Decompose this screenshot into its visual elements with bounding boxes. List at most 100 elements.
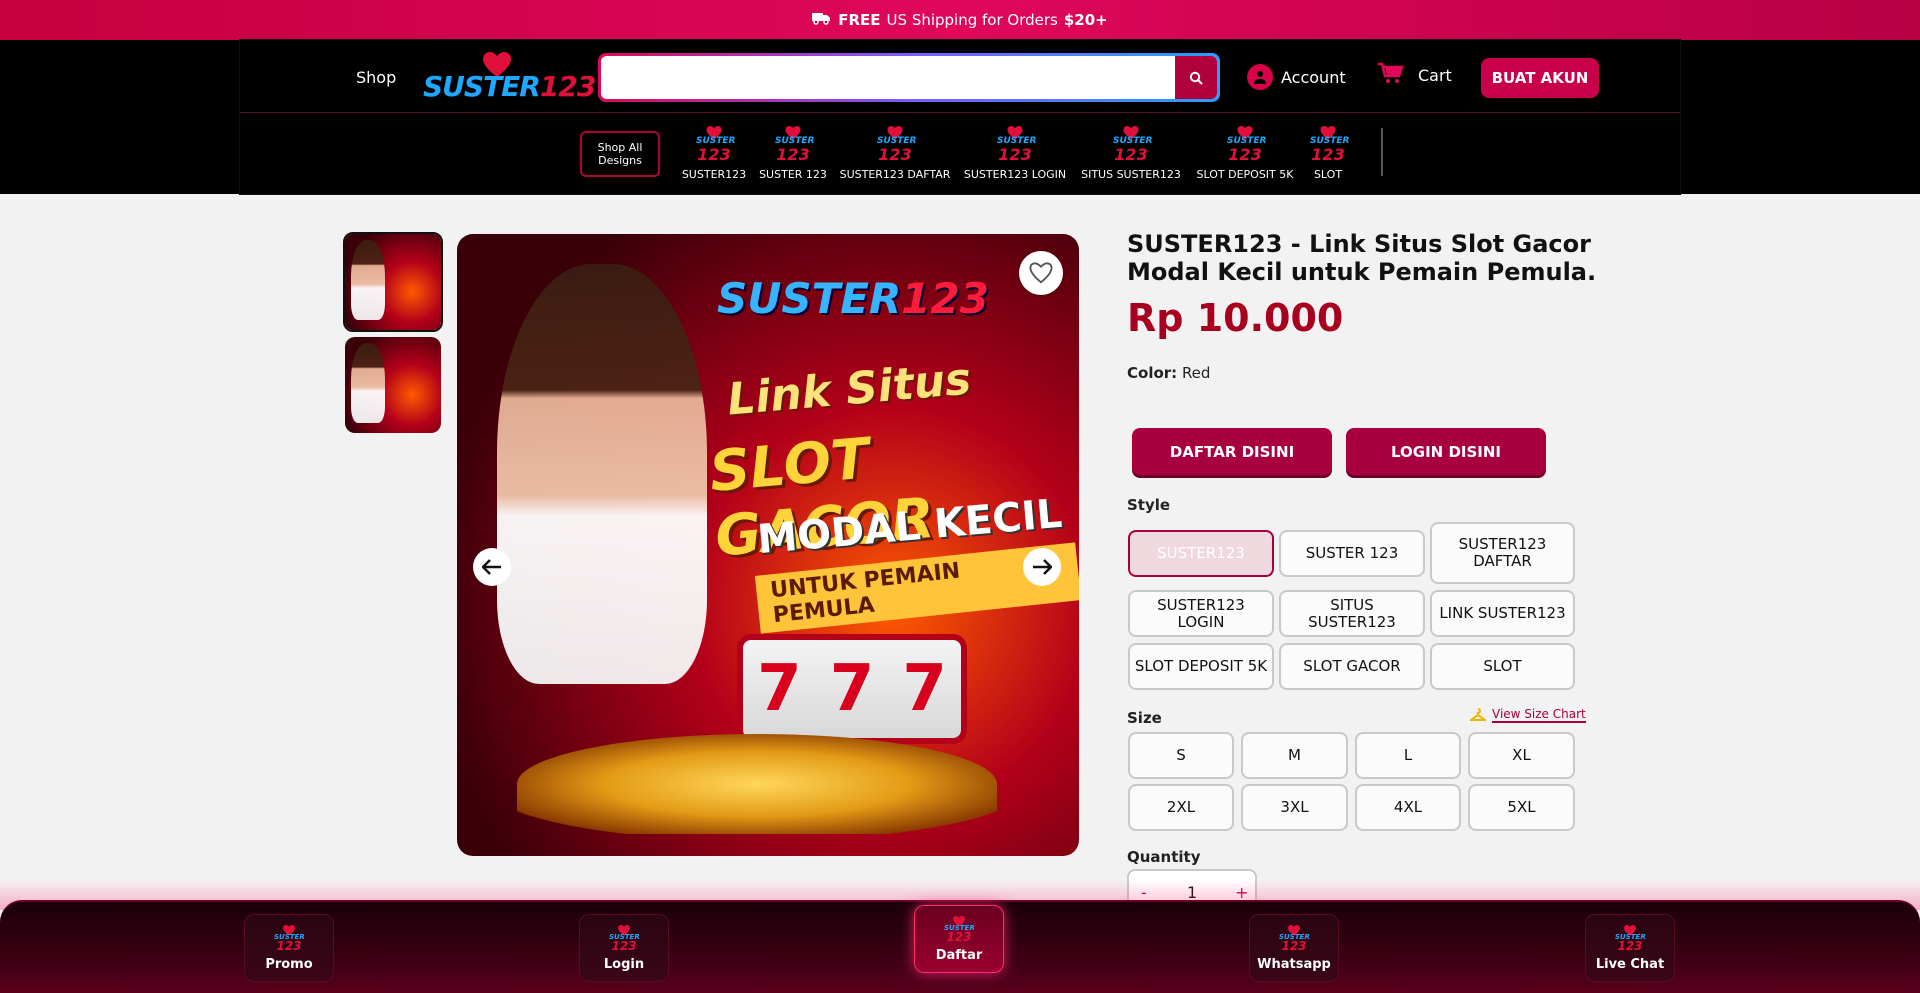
style-label: Style [1127, 496, 1171, 514]
daftar-icon: SUSTER 123 [944, 916, 975, 946]
reel-digit: 7 [829, 652, 875, 726]
size-chart-link[interactable]: View Size Chart [1470, 707, 1586, 723]
account-link[interactable]: Account [1247, 64, 1346, 90]
bottom-nav-daftar[interactable]: SUSTER 123 Daftar [914, 905, 1004, 973]
category-logo-icon: SUSTER 123 [694, 124, 736, 164]
bottom-nav-label: Promo [265, 957, 313, 972]
category-suster-123[interactable]: SUSTER 123 SUSTER 123 [759, 124, 827, 181]
style-option[interactable]: SUSTER123 [1128, 530, 1274, 577]
size-option[interactable]: L [1355, 732, 1461, 779]
bottom-nav-label: Live Chat [1595, 957, 1665, 972]
category-label: SUSTER 123 [759, 168, 827, 181]
login-icon: SUSTER 123 [609, 925, 640, 955]
bottom-nav-label: Whatsapp [1257, 957, 1331, 972]
cart-icon [1378, 62, 1404, 88]
search-button[interactable] [1175, 56, 1217, 99]
size-chart-label: View Size Chart [1492, 707, 1586, 723]
quantity-label: Quantity [1127, 848, 1201, 866]
model-figure [497, 264, 707, 684]
wishlist-button[interactable] [1019, 251, 1063, 295]
hanger-icon [1470, 708, 1486, 721]
style-option[interactable]: SUSTER123 DAFTAR [1430, 522, 1575, 584]
style-option[interactable]: SLOT DEPOSIT 5K [1128, 643, 1274, 690]
reel-digit: 7 [902, 652, 947, 726]
category-label: SITUS SUSTER123 [1081, 168, 1181, 181]
size-option[interactable]: S [1128, 732, 1234, 779]
category-label: SLOT DEPOSIT 5K [1196, 168, 1294, 181]
category-label: SUSTER123 LOGIN [963, 168, 1067, 181]
product-title: SUSTER123 - Link Situs Slot Gacor Modal … [1127, 230, 1597, 286]
gallery-thumbnail[interactable] [343, 232, 443, 332]
category-situs-suster123[interactable]: SUSTER 123 SITUS SUSTER123 [1079, 124, 1183, 181]
gallery-thumbnail[interactable] [345, 337, 441, 433]
category-logo-icon: SUSTER 123 [1225, 124, 1267, 164]
user-icon [1247, 64, 1273, 90]
divider [1381, 128, 1383, 176]
product-main-image: SUSTER123 Link Situs SLOT GACOR MODAL KE… [457, 234, 1079, 856]
bottom-nav-label: Daftar [935, 948, 983, 963]
category-suster123-daftar[interactable]: SUSTER 123 SUSTER123 DAFTAR [839, 124, 951, 181]
bottom-nav: SUSTER 123 Promo SUSTER 123 Login SUSTER 12… [0, 900, 1920, 993]
category-nav: Shop All Designs SUSTER 123 SUSTER123 SUS… [240, 114, 1680, 194]
size-option[interactable]: 2XL [1128, 784, 1234, 831]
login-button[interactable]: LOGIN DISINI [1346, 428, 1546, 475]
shop-link[interactable]: Shop [356, 68, 396, 87]
color-label: Color: [1127, 364, 1178, 382]
live-chat-icon: SUSTER 123 [1615, 925, 1646, 955]
size-option[interactable]: M [1241, 732, 1348, 779]
bottom-nav-label: Login [603, 957, 645, 972]
category-suster123[interactable]: SUSTER 123 SUSTER123 [681, 124, 747, 181]
announcement-bar: FREE US Shipping for Orders $20+ [0, 0, 1920, 40]
shipping-text: US Shipping for Orders [886, 11, 1058, 29]
whatsapp-icon: SUSTER 123 [1279, 925, 1310, 955]
bottom-nav-promo[interactable]: SUSTER 123 Promo [244, 914, 334, 982]
create-account-button[interactable]: BUAT AKUN [1481, 58, 1599, 98]
promo-icon: SUSTER 123 [274, 925, 305, 955]
shop-all-designs-button[interactable]: Shop All Designs [580, 131, 660, 177]
bottom-nav-login[interactable]: SUSTER 123 Login [579, 914, 669, 982]
style-option[interactable]: SLOT [1430, 643, 1575, 690]
image-brand-text: SUSTER123 [717, 274, 989, 323]
truck-icon [812, 11, 831, 29]
style-option[interactable]: LINK SUSTER123 [1430, 590, 1575, 637]
site-logo[interactable]: SUSTER123 [423, 52, 596, 104]
bottom-nav-live-chat[interactable]: SUSTER 123 Live Chat [1585, 914, 1675, 982]
image-headline-1: Link Situs [725, 353, 974, 426]
category-slot-deposit-5k[interactable]: SUSTER 123 SLOT DEPOSIT 5K [1193, 124, 1297, 181]
style-option[interactable]: SUSTER 123 [1279, 530, 1425, 577]
category-logo-icon: SUSTER 123 [995, 124, 1037, 164]
heart-outline-icon [1029, 262, 1053, 284]
site-header: Shop SUSTER123 Account Cart BUAT AKUN Sh… [0, 40, 1920, 194]
cart-link[interactable]: Cart [1378, 62, 1452, 88]
logo-text-a: SUSTER [423, 70, 541, 103]
reel-digit: 7 [757, 652, 802, 726]
category-suster123-login[interactable]: SUSTER 123 SUSTER123 LOGIN [961, 124, 1069, 181]
size-option[interactable]: 4XL [1355, 784, 1461, 831]
shipping-amount: $20+ [1063, 11, 1108, 29]
logo-text-b: 123 [539, 70, 596, 103]
size-option[interactable]: 5XL [1468, 784, 1575, 831]
style-option[interactable]: SLOT GACOR [1279, 643, 1425, 690]
free-label: FREE [838, 11, 881, 29]
category-logo-icon: SUSTER 123 [773, 124, 815, 164]
style-option[interactable]: SUSTER123 LOGIN [1128, 590, 1274, 637]
category-logo-icon: SUSTER 123 [1111, 124, 1153, 164]
cart-label: Cart [1418, 65, 1452, 85]
slot-machine-reels: 7 7 7 [737, 634, 967, 744]
size-option[interactable]: 3XL [1241, 784, 1348, 831]
search-input[interactable] [601, 56, 1176, 99]
size-option[interactable]: XL [1468, 732, 1575, 779]
previous-image-button[interactable] [473, 548, 511, 586]
category-slot[interactable]: SUSTER 123 SLOT [1306, 124, 1350, 181]
category-logo-icon: SUSTER 123 [1308, 124, 1350, 164]
gold-coins [517, 734, 997, 834]
arrow-left-icon [482, 559, 501, 575]
register-button[interactable]: DAFTAR DISINI [1132, 428, 1332, 475]
style-option[interactable]: SITUS SUSTER123 [1279, 590, 1425, 637]
next-image-button[interactable] [1023, 548, 1061, 586]
bottom-nav-whatsapp[interactable]: SUSTER 123 Whatsapp [1249, 914, 1339, 982]
color-value: Red [1181, 364, 1211, 382]
size-label: Size [1127, 709, 1162, 727]
search-icon [1189, 71, 1203, 85]
account-label: Account [1281, 67, 1346, 87]
